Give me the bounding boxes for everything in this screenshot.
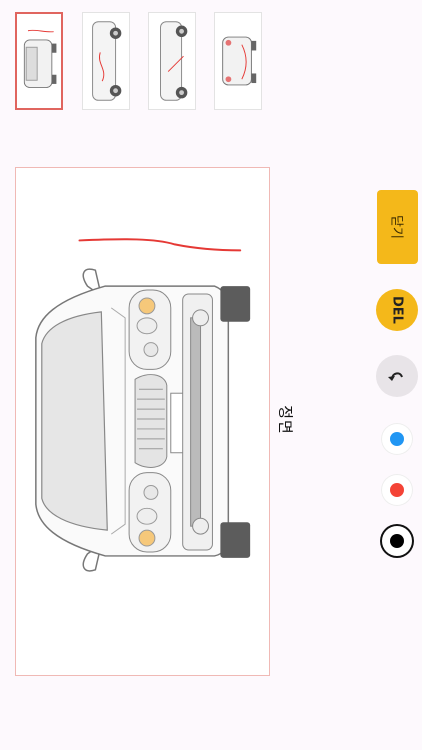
drawing-canvas[interactable] [15,167,270,676]
car-side-icon [92,21,122,101]
color-red-button[interactable] [381,474,413,506]
car-front-icon [23,29,57,89]
undo-button[interactable] [376,355,418,397]
thumbnail-right-side[interactable] [214,12,262,110]
undo-icon [388,372,403,381]
view-label: 정면 [276,405,295,435]
user-stroke [78,238,242,252]
red-swatch [390,483,404,497]
car-rear-icon [222,36,257,86]
delete-button[interactable]: DEL [376,289,418,331]
blue-swatch [390,432,404,446]
thumbnail-left-side[interactable] [82,12,130,110]
car-top-icon [160,21,188,101]
close-button-label: 닫기 [388,215,403,239]
black-swatch [390,534,404,548]
color-blue-button[interactable] [381,423,413,455]
car-front-illustration [35,238,251,572]
thumbnail-front[interactable] [15,12,63,110]
close-button[interactable]: 닫기 [377,190,418,264]
color-black-button[interactable] [380,524,414,558]
delete-button-label: DEL [389,296,405,324]
thumbnail-rear[interactable] [148,12,196,110]
